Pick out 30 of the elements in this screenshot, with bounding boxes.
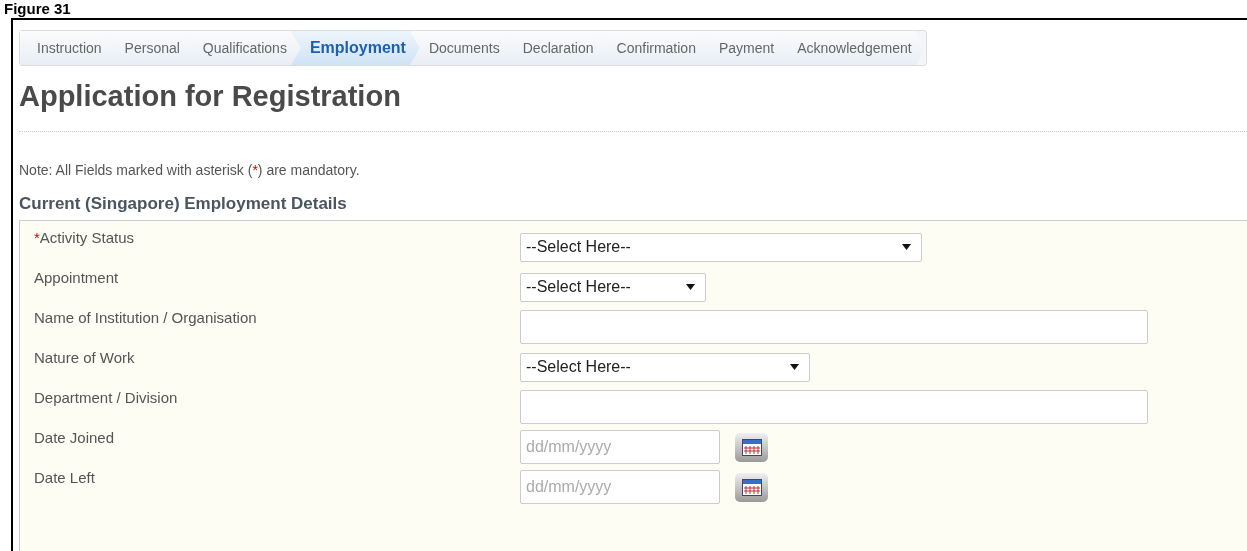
field-label: Department / Division [34, 388, 179, 406]
field-label: Date Joined [34, 428, 116, 446]
caret-icon [686, 284, 695, 290]
step-tab[interactable]: Qualifications [183, 31, 301, 65]
caret-icon [790, 364, 799, 370]
dropdown[interactable]: --Select Here-- [520, 232, 922, 262]
input-field[interactable] [520, 310, 1148, 344]
dropdown[interactable]: --Select Here-- [520, 272, 706, 302]
date-field[interactable]: dd/mm/yyyy [520, 430, 720, 464]
caret-icon [902, 244, 911, 250]
step-tab[interactable]: Confirmation [597, 31, 710, 65]
step-tab[interactable]: Documents [409, 31, 514, 65]
calendar-button[interactable] [735, 472, 768, 502]
dropdown[interactable]: --Select Here-- [520, 352, 810, 382]
field-label: Date Left [34, 468, 96, 486]
figure-label: Figure 31 [4, 0, 72, 17]
field-label: Nature of Work [34, 348, 136, 366]
section-title: Current (Singapore) Employment Details [19, 194, 348, 214]
field-label: Appointment [34, 268, 120, 286]
field-label: Name of Institution / Organisation [34, 308, 258, 326]
date-field[interactable]: dd/mm/yyyy [520, 470, 720, 504]
step-tab[interactable]: Personal [105, 31, 194, 65]
mandatory-note: Note: All Fields marked with asterisk (*) are mandatory. [19, 162, 361, 178]
step-tab[interactable]: Employment [290, 31, 420, 65]
calendar-button[interactable] [735, 432, 768, 462]
page-title: Application for Registration [19, 80, 402, 113]
input-field[interactable] [520, 390, 1148, 424]
calendar-icon [741, 438, 762, 456]
field-label: *Activity Status [34, 228, 136, 246]
calendar-icon [741, 478, 762, 496]
